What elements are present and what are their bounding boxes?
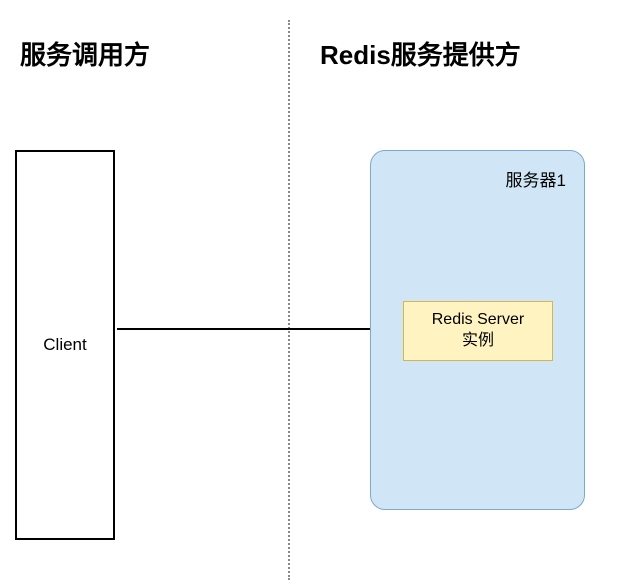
redis-label-line2: 实例 (462, 331, 494, 352)
client-box: Client (15, 150, 115, 540)
vertical-divider (288, 20, 290, 580)
server-container: 服务器1 Redis Server 实例 (370, 150, 585, 510)
arrow-line (117, 328, 397, 330)
client-label: Client (43, 335, 86, 355)
redis-instance-box: Redis Server 实例 (403, 301, 553, 361)
server-container-label: 服务器1 (506, 166, 566, 191)
redis-label-line1: Redis Server (432, 310, 524, 331)
caller-heading: 服务调用方 (20, 35, 150, 72)
provider-heading: Redis服务提供方 (320, 35, 521, 72)
